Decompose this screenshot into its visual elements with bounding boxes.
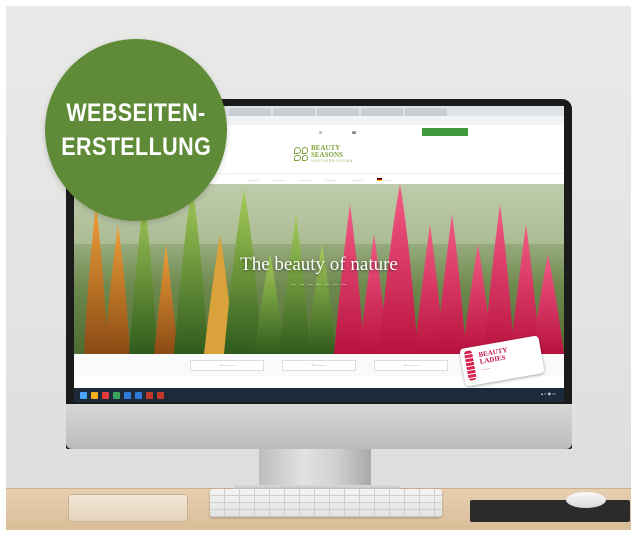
smartphone [68,494,188,522]
taskbar-app-icon [146,391,153,399]
german-flag-icon [377,177,382,181]
browser-tab [317,108,359,116]
nav-item: ——— [273,176,285,182]
taskbar-app-icon [135,391,142,399]
quicklink: ▭ ——— [282,359,356,371]
nav-item: ——— [325,176,337,182]
taskbar-app-icon [91,391,98,399]
badge-line-2: ERSTELLUNG [60,133,212,161]
logo-line-2: SEASONS [311,151,343,159]
product-badge-subline: ——— [480,366,491,372]
mail-icon: ✉ [319,130,323,135]
mousepad [470,500,630,522]
badge-line-1: WEBSEITEN- [66,99,206,127]
nav-item: ——— [351,176,363,182]
nav-item: ——— [299,176,311,182]
taskbar-app-icon [102,391,109,399]
taskbar-app-icon [157,391,164,399]
webseiten-erstellung-badge: WEBSEITEN- ERSTELLUNG [45,39,227,221]
browser-tab [361,108,403,116]
product-photo: ✉ ☎ BEAUTY SEASONS NORTHERN·GROWN ——— ——… [6,6,631,530]
system-tray: ▴ ◐ ◉ ▭ [540,391,556,396]
os-taskbar: ▴ ◐ ◉ ▭ [74,388,564,402]
logo-subline: NORTHERN·GROWN [311,159,353,163]
browser-tab [405,108,447,116]
flower-icon [463,350,477,382]
quicklink: ▭ ——— [190,359,264,371]
nav-item: ——— [247,176,259,182]
computer-mouse [566,492,606,508]
nav-item-language: —— [377,177,391,182]
keyboard [210,489,442,517]
hero-title: The beauty of nature [240,254,398,275]
browser-tab [229,108,271,116]
taskbar-app-icon [124,391,131,399]
cta-button [422,128,468,136]
monitor-chin [66,404,572,449]
taskbar-app-icon [113,391,120,399]
hero-subtitle: — — — — — — — [290,282,348,288]
browser-tab [273,108,315,116]
contact-line: ✉ ☎ [319,130,356,135]
product-badge-text: BEAUTY LADIES [478,346,509,366]
clover-logo-icon [294,147,308,161]
site-logo: BEAUTY SEASONS NORTHERN·GROWN [294,145,353,163]
start-icon [80,391,87,399]
quicklink: ▭ ——— [374,359,448,371]
phone-icon: ☎ [351,130,357,135]
